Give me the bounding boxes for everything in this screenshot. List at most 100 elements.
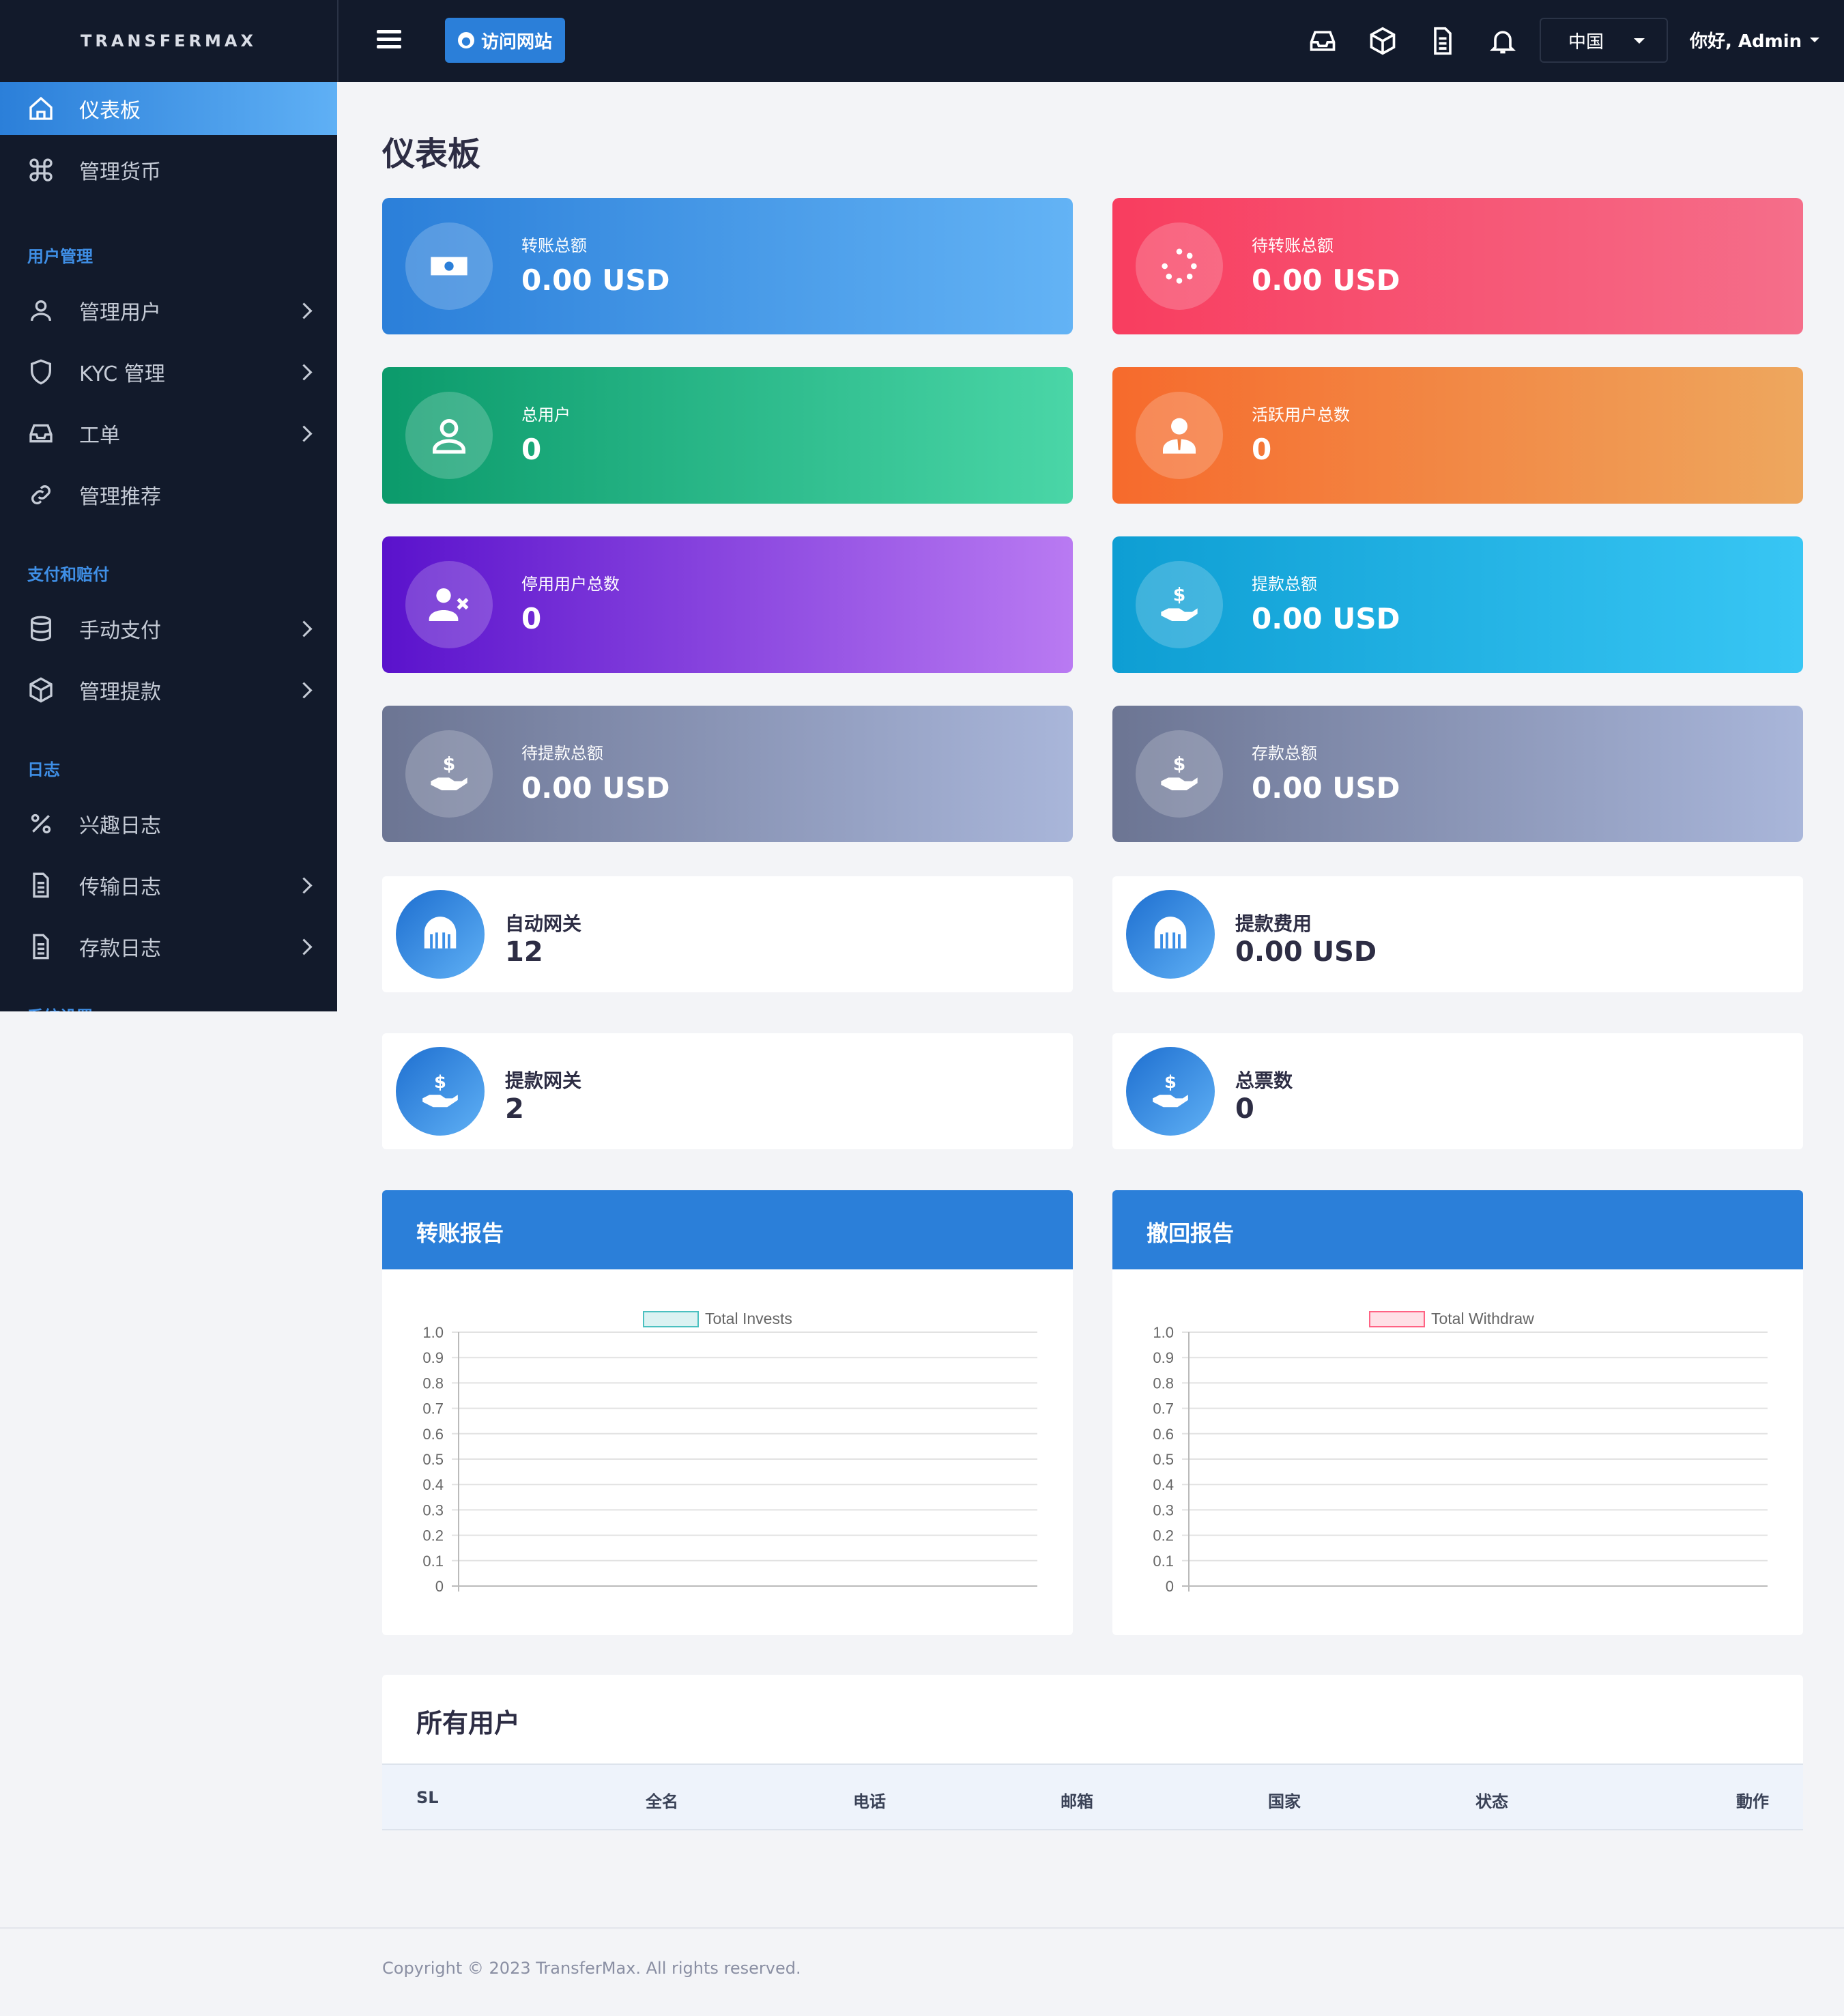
file-icon	[27, 933, 55, 960]
sidebar-item-manual-payment[interactable]: 手动支付	[0, 602, 337, 655]
home-icon	[27, 95, 55, 122]
sidebar-item-tickets[interactable]: 工单	[0, 407, 337, 460]
info-label: 总票数	[1235, 1069, 1293, 1092]
document-icon[interactable]	[1428, 26, 1458, 56]
chevron-right-icon	[296, 363, 313, 381]
language-select[interactable]: 中国	[1540, 18, 1668, 63]
sidebar: 仪表板 管理货币 用户管理 管理用户 KYC 管理 工单 管理推荐 支付和赔付 …	[0, 82, 337, 1011]
svg-text:$: $	[434, 1072, 446, 1093]
chevron-right-icon	[296, 938, 313, 955]
info-card-auto-gateway[interactable]: 自动网关 12	[382, 876, 1073, 992]
sidebar-item-label: 管理用户	[79, 301, 161, 325]
stat-value: 0.00 USD	[521, 771, 670, 805]
y-tick-label: 0.2	[1153, 1527, 1174, 1544]
bell-icon[interactable]	[1488, 26, 1518, 56]
sidebar-item-label: 仪表板	[79, 99, 141, 123]
y-tick-label: 0.3	[422, 1501, 444, 1518]
sidebar-item-label: 管理货币	[79, 160, 161, 184]
info-card-total-tickets[interactable]: $ 总票数 0	[1112, 1033, 1803, 1149]
user-menu[interactable]: 你好, Admin	[1690, 27, 1820, 53]
inbox-icon[interactable]	[1308, 26, 1338, 56]
sidebar-section-heading: 系统设置	[27, 1003, 93, 1011]
transfer-report-card: 转账报告 Total Invests 1.0 0.9 0.8 0.7 0.6 0.5 0.4 0…	[382, 1190, 1073, 1635]
y-tick-label: 0	[1166, 1578, 1174, 1595]
column-header-sl: SL	[416, 1788, 439, 1807]
y-tick-label: 0.2	[422, 1527, 444, 1544]
column-header-phone: 电话	[853, 1792, 886, 1811]
globe-icon: ●	[457, 32, 474, 48]
info-label: 提款网关	[505, 1069, 582, 1092]
brand-logo[interactable]: TRANSFERMAX	[0, 0, 338, 82]
legend-swatch[interactable]	[643, 1311, 699, 1327]
y-tick-label: 0.9	[422, 1349, 444, 1366]
info-card-withdraw-fee[interactable]: 提款费用 0.00 USD	[1112, 876, 1803, 992]
stat-card-disabled-users[interactable]: 停用用户总数 0	[382, 536, 1073, 673]
sidebar-item-label: 工单	[79, 424, 120, 448]
y-tick-label: 0.7	[422, 1400, 444, 1417]
user-greeting: 你好, Admin	[1690, 31, 1802, 52]
sidebar-item-kyc[interactable]: KYC 管理	[0, 345, 337, 399]
link-icon	[27, 481, 55, 508]
stat-label: 总用户	[521, 405, 571, 424]
stat-label: 停用用户总数	[521, 575, 620, 594]
sidebar-item-referrals[interactable]: 管理推荐	[0, 468, 337, 521]
user-tie-icon	[1136, 392, 1223, 479]
sidebar-item-label: 存款日志	[79, 937, 161, 961]
legend-label[interactable]: Total Invests	[705, 1310, 792, 1327]
sidebar-item-users[interactable]: 管理用户	[0, 284, 337, 337]
hand-dollar-icon: $	[1136, 730, 1223, 818]
stat-card-pending-transfer[interactable]: 待转账总额 0.00 USD	[1112, 198, 1803, 334]
stat-value: 0	[521, 433, 542, 466]
info-value: 12	[505, 936, 543, 968]
user-icon	[27, 297, 55, 324]
y-tick-label: 0.5	[1153, 1451, 1174, 1468]
chevron-right-icon	[296, 620, 313, 637]
sidebar-item-withdrawals[interactable]: 管理提款	[0, 663, 337, 717]
info-card-withdraw-gateway[interactable]: $ 提款网关 2	[382, 1033, 1073, 1149]
y-tick-label: 0.6	[422, 1426, 444, 1443]
sidebar-item-transfer-log[interactable]: 传输日志	[0, 859, 337, 912]
stat-card-total-users[interactable]: 总用户 0	[382, 367, 1073, 504]
stat-card-active-users[interactable]: 活跃用户总数 0	[1112, 367, 1803, 504]
stat-label: 转账总额	[521, 236, 587, 255]
sidebar-item-dashboard[interactable]: 仪表板	[0, 82, 337, 135]
sidebar-item-deposit-log[interactable]: 存款日志	[0, 920, 337, 973]
transfer-report-chart: Total Invests 1.0 0.9 0.8 0.7 0.6 0.5 0.4 0.3 0.2…	[422, 1310, 1037, 1595]
language-value: 中国	[1568, 31, 1604, 53]
hand-dollar-icon: $	[1126, 1047, 1215, 1136]
sidebar-item-currency[interactable]: 管理货币	[0, 143, 337, 197]
table-header-row: SL 全名 电话 邮箱 国家 状态 動作	[382, 1763, 1803, 1830]
y-tick-label: 0.6	[1153, 1426, 1174, 1443]
footer: Copyright © 2023 TransferMax. All rights…	[0, 1927, 1844, 2016]
sidebar-item-interest-log[interactable]: 兴趣日志	[0, 797, 337, 850]
chevron-right-icon	[296, 302, 313, 319]
stat-card-total-transfer[interactable]: 转账总额 0.00 USD	[382, 198, 1073, 334]
chart-title: 撤回报告	[1147, 1220, 1235, 1246]
menu-toggle-icon[interactable]	[377, 26, 401, 56]
stat-value: 0.00 USD	[1252, 602, 1400, 635]
sidebar-item-label: 兴趣日志	[79, 814, 161, 838]
chevron-right-icon	[296, 681, 313, 699]
legend-swatch[interactable]	[1369, 1311, 1425, 1327]
y-tick-label: 0.8	[422, 1374, 444, 1392]
y-tick-label: 0.9	[1153, 1349, 1174, 1366]
legend-label[interactable]: Total Withdraw	[1431, 1310, 1534, 1327]
box-icon	[27, 676, 55, 704]
y-tick-label: 0.8	[1153, 1374, 1174, 1392]
stat-value: 0.00 USD	[1252, 263, 1400, 297]
column-header-status: 状态	[1475, 1792, 1508, 1811]
stat-card-total-deposit[interactable]: $ 存款总额 0.00 USD	[1112, 706, 1803, 842]
gateway-icon	[396, 890, 485, 979]
stat-card-pending-withdraw[interactable]: $ 待提款总额 0.00 USD	[382, 706, 1073, 842]
sidebar-item-label: 管理推荐	[79, 485, 161, 509]
visit-site-button[interactable]: ● 访问网站	[445, 18, 565, 63]
inbox-icon	[27, 420, 55, 447]
copyright-text: Copyright © 2023 TransferMax. All rights…	[382, 1959, 801, 1978]
box-icon[interactable]	[1368, 26, 1398, 56]
spinner-icon	[1136, 222, 1223, 310]
column-header-action: 動作	[1736, 1792, 1769, 1811]
stat-card-total-withdraw[interactable]: $ 提款总额 0.00 USD	[1112, 536, 1803, 673]
stat-label: 活跃用户总数	[1252, 405, 1350, 424]
visit-site-label: 访问网站	[480, 31, 552, 53]
info-value: 0	[1235, 1093, 1254, 1125]
